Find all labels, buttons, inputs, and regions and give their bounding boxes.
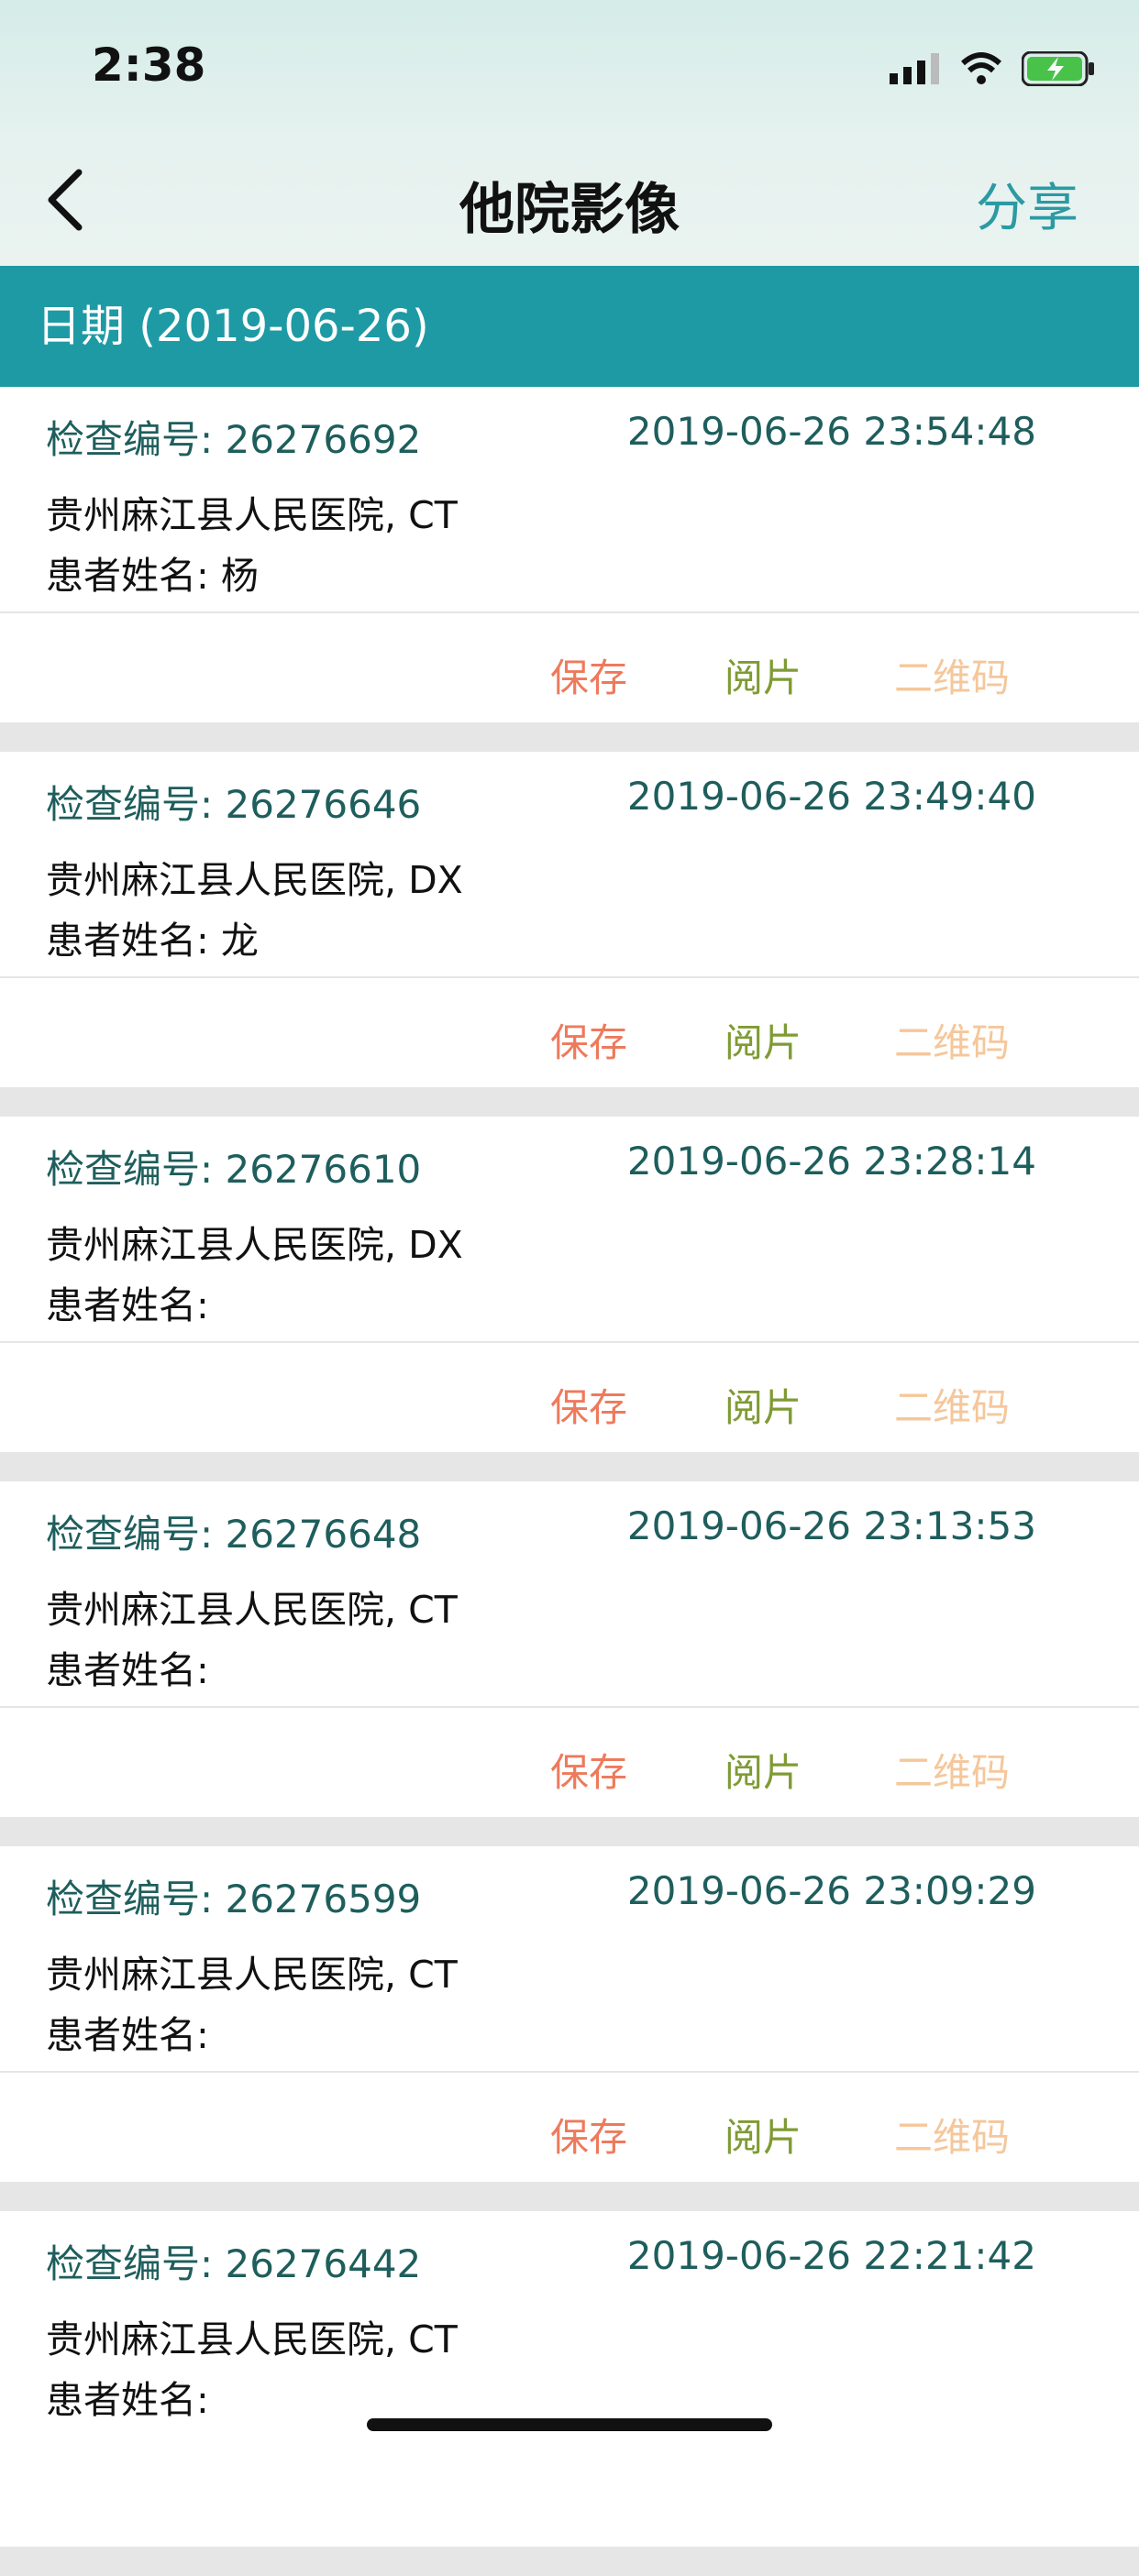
exam-time: 2019-06-26 23:54:48 [626,409,1036,454]
save-button[interactable]: 保存 [550,1012,627,1068]
hospital-name: 贵州麻江县人民医院, CT [46,493,458,537]
record-card: 检查编号: 26276442 2019-06-26 22:21:42 贵州麻江县… [0,2211,1139,2547]
share-button[interactable]: 分享 [976,167,1078,241]
patient-name: 患者姓名: 杨 [46,554,259,598]
record-card: 检查编号: 26276646 2019-06-26 23:49:40 贵州麻江县… [0,752,1139,1087]
qr-code-button[interactable]: 二维码 [894,1742,1010,1798]
record-card: 检查编号: 26276692 2019-06-26 23:54:48 贵州麻江县… [0,387,1139,722]
record-actions: 保存 阅片 二维码 [0,1709,1139,1817]
save-button[interactable]: 保存 [550,2107,627,2163]
patient-name: 患者姓名: [46,1283,209,1327]
exam-time: 2019-06-26 23:49:40 [626,774,1036,819]
exam-time: 2019-06-26 22:21:42 [626,2233,1036,2278]
battery-charging-icon [1022,51,1094,86]
record-actions: 保存 阅片 二维码 [0,614,1139,722]
hospital-name: 贵州麻江县人民医院, DX [46,858,463,902]
qr-code-button[interactable]: 二维码 [894,1377,1010,1433]
status-icons [890,51,1095,86]
record-actions: 保存 阅片 二维码 [0,979,1139,1087]
hospital-name: 贵州麻江县人民医院, CT [46,1588,458,1632]
view-images-button[interactable]: 阅片 [724,2107,802,2163]
exam-number: 检查编号: 26276442 [46,2241,422,2286]
divider [0,2071,1139,2073]
exam-number: 检查编号: 26276648 [46,1512,422,1557]
save-button[interactable]: 保存 [550,647,627,703]
qr-code-button[interactable]: 二维码 [894,1012,1010,1068]
exam-time: 2019-06-26 23:13:53 [626,1503,1036,1548]
patient-name: 患者姓名: [46,1648,209,1692]
hospital-name: 贵州麻江县人民医院, CT [46,2317,458,2361]
patient-name: 患者姓名: [46,2378,209,2422]
status-time: 2:38 [92,39,206,92]
divider [0,1341,1139,1343]
cellular-signal-icon [890,53,939,84]
exam-number: 检查编号: 26276692 [46,417,422,462]
exam-time: 2019-06-26 23:09:29 [626,1868,1036,1913]
home-indicator [367,2418,772,2431]
view-images-button[interactable]: 阅片 [724,1012,802,1068]
exam-number: 检查编号: 26276610 [46,1147,422,1192]
record-card: 检查编号: 26276610 2019-06-26 23:28:14 贵州麻江县… [0,1117,1139,1452]
record-card: 检查编号: 26276648 2019-06-26 23:13:53 贵州麻江县… [0,1481,1139,1817]
record-actions: 保存 阅片 二维码 [0,1344,1139,1452]
date-header: 日期 (2019-06-26) [0,266,1139,387]
exam-number: 检查编号: 26276646 [46,782,422,827]
record-actions: 保存 阅片 二维码 [0,2074,1139,2182]
qr-code-button[interactable]: 二维码 [894,647,1010,703]
save-button[interactable]: 保存 [550,1742,627,1798]
divider [0,976,1139,978]
record-card: 检查编号: 26276599 2019-06-26 23:09:29 贵州麻江县… [0,1846,1139,2182]
view-images-button[interactable]: 阅片 [724,1377,802,1433]
qr-code-button[interactable]: 二维码 [894,2107,1010,2163]
top-bar: 2:38 他院影像 分享 [0,0,1139,266]
hospital-name: 贵州麻江县人民医院, DX [46,1223,463,1267]
record-list: 检查编号: 26276692 2019-06-26 23:54:48 贵州麻江县… [0,387,1139,2576]
patient-name: 患者姓名: 龙 [46,919,259,963]
wifi-icon [960,52,1002,84]
view-images-button[interactable]: 阅片 [724,1742,802,1798]
view-images-button[interactable]: 阅片 [724,647,802,703]
exam-number: 检查编号: 26276599 [46,1877,422,1921]
page-title: 他院影像 [459,178,680,242]
divider [0,611,1139,613]
hospital-name: 贵州麻江县人民医院, CT [46,1953,458,1997]
divider [0,1706,1139,1708]
patient-name: 患者姓名: [46,2013,209,2057]
exam-time: 2019-06-26 23:28:14 [626,1139,1036,1183]
save-button[interactable]: 保存 [550,1377,627,1433]
